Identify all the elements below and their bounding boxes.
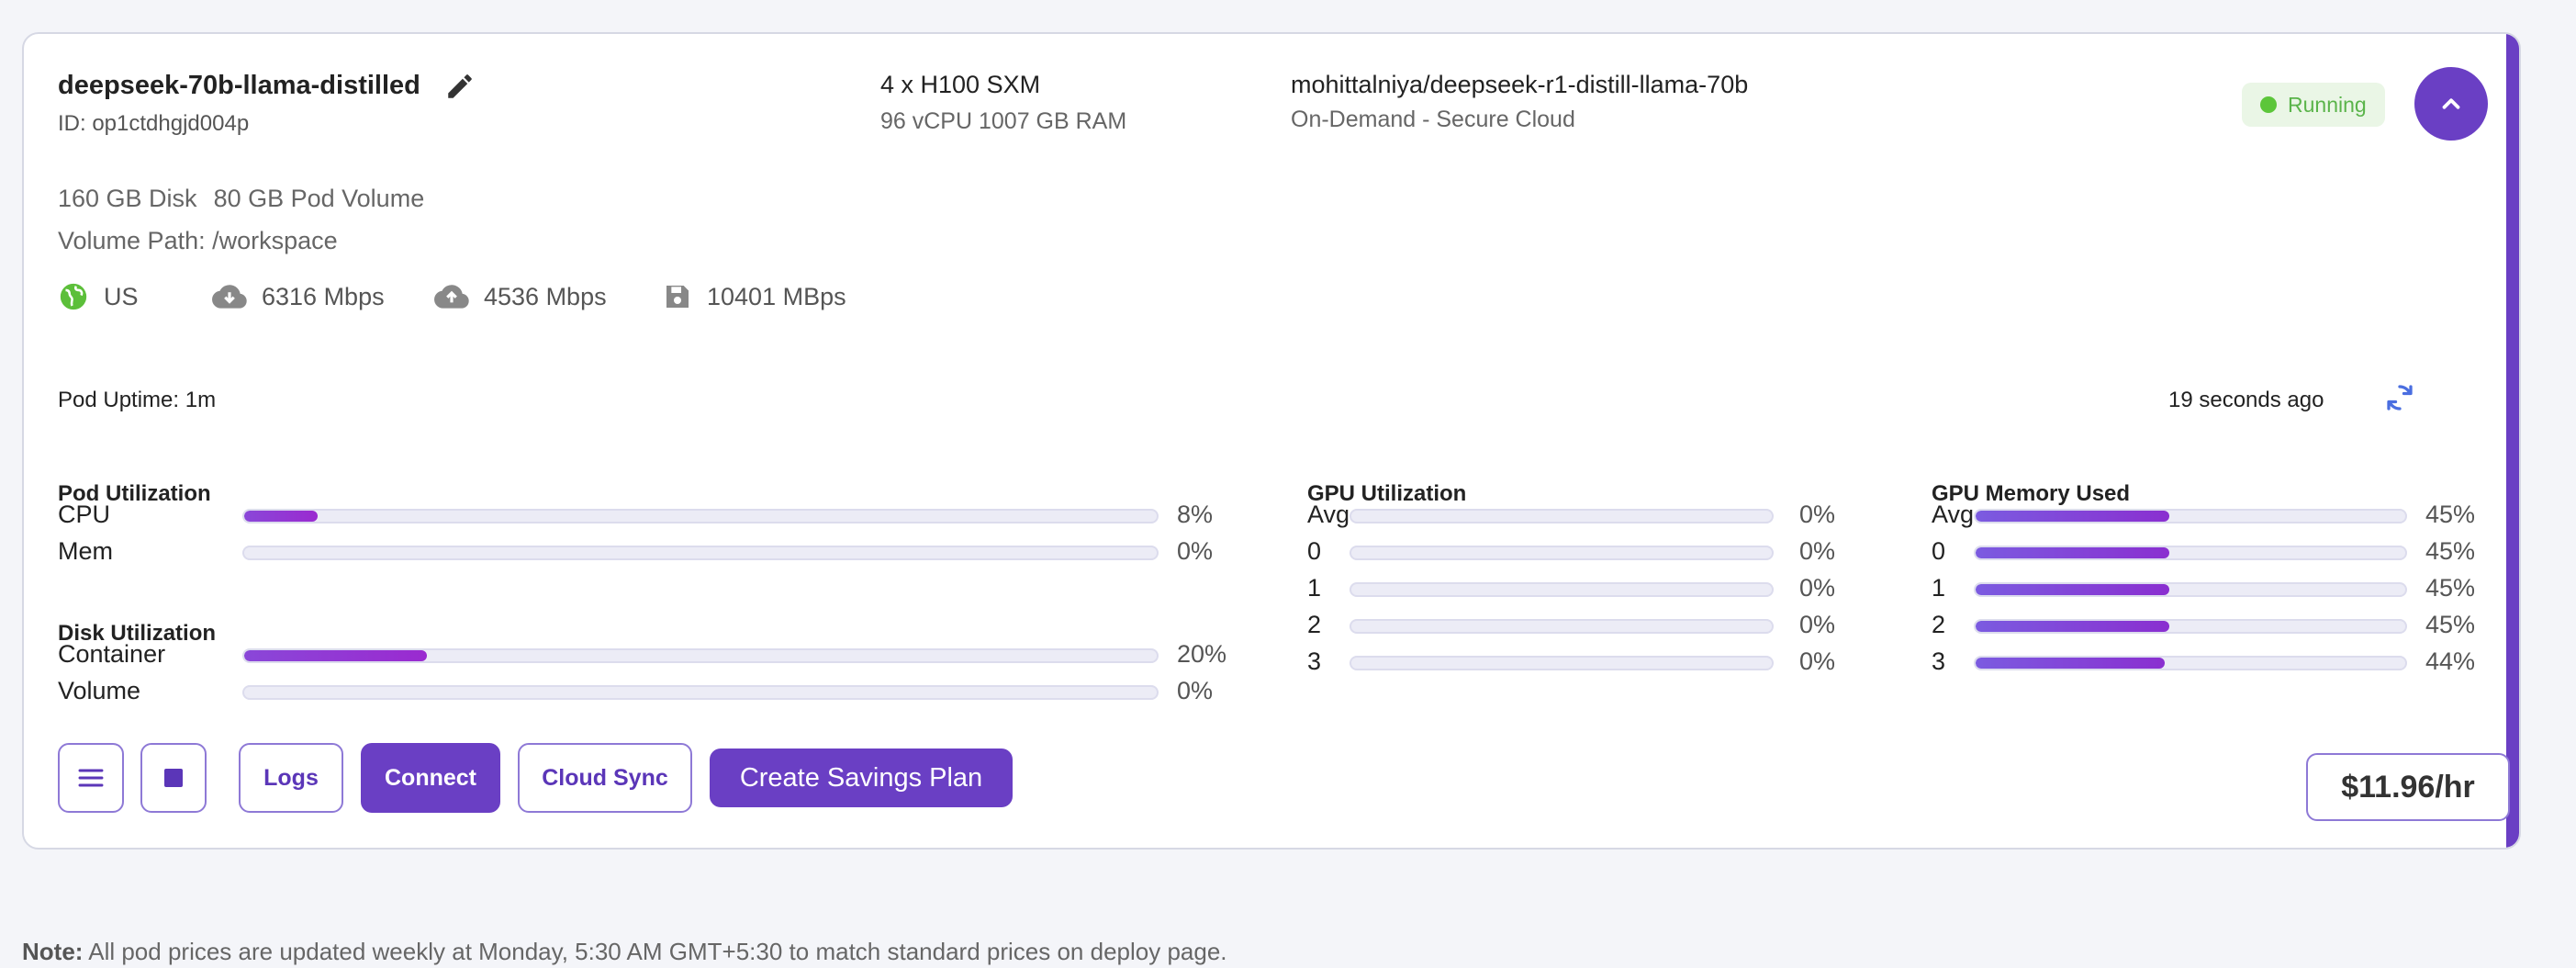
disk-speed: 10401 MBps — [707, 282, 846, 310]
note-label: Note: — [22, 938, 84, 965]
floppy-disk-icon — [666, 286, 689, 308]
progress-bar-track — [1350, 582, 1774, 597]
progress-bar-track — [1350, 656, 1774, 670]
bar-percent: 0% — [1799, 537, 1836, 565]
download-info: 6316 Mbps — [212, 276, 385, 317]
cloud-sync-button[interactable]: Cloud Sync — [518, 743, 692, 813]
cloud-type: On-Demand - Secure Cloud — [1291, 107, 1575, 132]
note-text: All pod prices are updated weekly at Mon… — [83, 938, 1227, 965]
bar-percent: 0% — [1799, 611, 1836, 638]
bar-percent: 45% — [2425, 574, 2476, 602]
bar-label: 0 — [1307, 537, 1322, 565]
bar-percent: 8% — [1177, 501, 1214, 528]
pod-id: ID: op1ctdhgjd004p — [58, 111, 250, 136]
container-image: mohittalniya/deepseek-r1-distill-llama-7… — [1291, 71, 1749, 98]
progress-bar-fill — [1976, 584, 2169, 595]
globe-icon — [60, 283, 87, 310]
bar-percent: 0% — [1799, 574, 1836, 602]
bar-label: Avg — [1307, 501, 1350, 528]
volume-path: Volume Path: /workspace — [58, 227, 338, 254]
bar-percent: 45% — [2425, 501, 2476, 528]
bar-label: 2 — [1307, 611, 1322, 638]
progress-bar-track — [242, 509, 1159, 523]
status-badge: Running — [2242, 83, 2385, 127]
bar-label: 3 — [1307, 647, 1322, 675]
bar-percent: 45% — [2425, 611, 2476, 638]
bar-label: CPU — [58, 501, 111, 528]
bar-percent: 20% — [1177, 640, 1227, 668]
progress-bar-fill — [1976, 658, 2165, 669]
gpu-spec: 96 vCPU 1007 GB RAM — [880, 108, 1127, 134]
gpu-type: 4 x H100 SXM — [880, 71, 1041, 98]
progress-bar-track — [1350, 619, 1774, 634]
progress-bar-track — [1974, 619, 2407, 634]
price-badge: $11.96/hr — [2306, 753, 2510, 821]
bar-label: 0 — [1932, 537, 1946, 565]
pod-volume-size: 80 GB Pod Volume — [213, 185, 425, 212]
progress-bar-track — [242, 685, 1159, 700]
bar-label: Volume — [58, 677, 141, 704]
cloud-upload-icon — [434, 285, 469, 309]
upload-info: 4536 Mbps — [434, 276, 607, 317]
progress-bar-track — [1974, 582, 2407, 597]
bar-percent: 0% — [1799, 647, 1836, 675]
bar-percent: 45% — [2425, 537, 2476, 565]
progress-bar-track — [242, 546, 1159, 560]
bar-label: 2 — [1932, 611, 1946, 638]
bar-label: 1 — [1932, 574, 1946, 602]
bar-label: 3 — [1932, 647, 1946, 675]
progress-bar-track — [1974, 656, 2407, 670]
progress-bar-track — [242, 648, 1159, 663]
logs-button[interactable]: Logs — [239, 743, 343, 813]
download-speed: 6316 Mbps — [262, 282, 385, 310]
bar-label: Mem — [58, 537, 113, 565]
stop-button[interactable] — [140, 743, 207, 813]
refresh-icon[interactable] — [2383, 381, 2416, 414]
upload-speed: 4536 Mbps — [484, 282, 607, 310]
card-accent-stripe — [2506, 34, 2519, 848]
cloud-download-icon — [212, 285, 247, 309]
progress-bar-fill — [1976, 547, 2169, 558]
pricing-note: Note: All pod prices are updated weekly … — [22, 938, 1227, 966]
bar-percent: 0% — [1177, 537, 1214, 565]
disk-size: 160 GB Disk — [58, 185, 197, 212]
bar-percent: 44% — [2425, 647, 2476, 675]
stop-icon — [164, 769, 183, 787]
pod-card: deepseek-70b-llama-distilled ID: op1ctdh… — [22, 32, 2521, 850]
progress-bar-fill — [1976, 511, 2169, 522]
chevron-up-icon — [2442, 98, 2460, 109]
menu-button[interactable] — [58, 743, 124, 813]
bar-label: Avg — [1932, 501, 1975, 528]
connect-button[interactable]: Connect — [361, 743, 500, 813]
progress-bar-track — [1974, 546, 2407, 560]
progress-bar-fill — [244, 511, 318, 522]
progress-bar-fill — [1976, 621, 2169, 632]
bar-percent: 0% — [1177, 677, 1214, 704]
bar-label: 1 — [1307, 574, 1322, 602]
region-info: US — [58, 276, 139, 317]
collapse-button[interactable] — [2414, 67, 2488, 141]
pod-name: deepseek-70b-llama-distilled — [58, 71, 420, 100]
pencil-icon[interactable] — [444, 71, 476, 102]
hamburger-menu-icon — [78, 769, 104, 787]
bar-label: Container — [58, 640, 166, 668]
progress-bar-track — [1350, 509, 1774, 523]
progress-bar-track — [1350, 546, 1774, 560]
create-savings-plan-button[interactable]: Create Savings Plan — [710, 749, 1013, 807]
pod-uptime: Pod Uptime: 1m — [58, 388, 217, 412]
bar-percent: 0% — [1799, 501, 1836, 528]
region-text: US — [104, 282, 139, 310]
progress-bar-fill — [244, 650, 427, 661]
status-text: Running — [2288, 92, 2367, 117]
progress-bar-track — [1974, 509, 2407, 523]
last-updated: 19 seconds ago — [2168, 388, 2324, 412]
disk-speed-info: 10401 MBps — [663, 276, 846, 317]
status-dot-icon — [2260, 96, 2277, 113]
disk-info: 160 GB Disk 80 GB Pod Volume — [58, 185, 424, 213]
